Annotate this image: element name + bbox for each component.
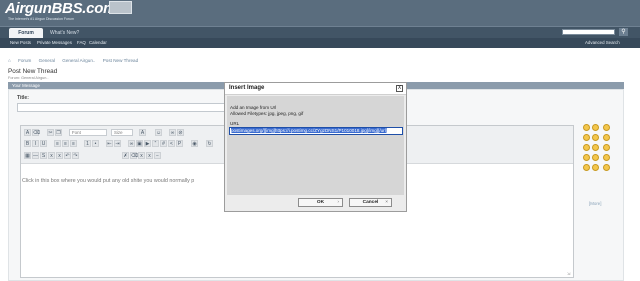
subscript-icon[interactable]: x (48, 152, 55, 159)
breadcrumb-forum[interactable]: Forum (18, 58, 31, 63)
cancel-x-icon: × (385, 200, 388, 205)
search-icon[interactable]: ⚲ (619, 28, 628, 36)
subnav-faq[interactable]: FAQ (77, 40, 86, 45)
bold-icon[interactable]: B (24, 140, 31, 147)
url-label: URL (230, 121, 240, 126)
size-select[interactable]: Size (111, 129, 133, 136)
breadcrumb-current: Post New Thread (102, 58, 139, 63)
logo-airgun-image (109, 1, 132, 14)
main-nav: Forum What's New? (0, 26, 640, 39)
unordered-list-icon[interactable]: • (92, 140, 99, 147)
smilie-7-icon[interactable] (583, 144, 590, 151)
spoiler-icon[interactable]: ◉ (191, 140, 198, 147)
site-header: AirgunBBS.com The Internet's #1 Airgun D… (0, 0, 640, 26)
ok-arrow-icon: › (337, 200, 339, 205)
smilie-6-icon[interactable] (603, 134, 610, 141)
code-icon[interactable]: # (160, 140, 167, 147)
subnav-private-messages[interactable]: Private Messages (37, 40, 72, 45)
site-logo[interactable]: AirgunBBS.com (5, 0, 116, 17)
erase-icon[interactable]: ⌫ (130, 152, 138, 159)
smilie-3-icon[interactable] (603, 124, 610, 131)
quote-icon[interactable]: “ (152, 140, 159, 147)
smilie-5-icon[interactable] (592, 134, 599, 141)
remove-link-icon[interactable]: ✗ (122, 152, 129, 159)
url-input[interactable]: postimages.org/][img]https://i.postimg.c… (229, 127, 403, 135)
url-input-value[interactable]: postimages.org/][img]https://i.postimg.c… (231, 128, 388, 133)
editor-body-text[interactable]: Click in this box where you would put an… (22, 178, 194, 184)
sub-icon[interactable]: x (138, 152, 145, 159)
font-select[interactable]: Font (69, 129, 107, 136)
insert-video-icon[interactable]: ▶ (144, 140, 151, 147)
html-icon[interactable]: < (168, 140, 175, 147)
breadcrumb-general[interactable]: General (39, 58, 55, 63)
smilie-2-icon[interactable] (592, 124, 599, 131)
smilie-10-icon[interactable] (583, 154, 590, 161)
ok-label: OK (316, 200, 325, 205)
smilie-9-icon[interactable] (603, 144, 610, 151)
title-label: Title: (17, 95, 29, 101)
sub-nav: New Posts Private Messages FAQ Calendar … (0, 38, 640, 48)
unlink-icon[interactable]: ⊘ (177, 129, 184, 136)
smilie-8-icon[interactable] (592, 144, 599, 151)
embed-icon[interactable]: ↻ (206, 140, 213, 147)
close-icon[interactable]: X (396, 85, 403, 92)
undo-icon[interactable]: ↶ (64, 152, 71, 159)
insert-link-icon[interactable]: ∞ (128, 140, 135, 147)
site-tagline: The Internet's #1 Airgun Discussion Foru… (8, 17, 75, 21)
page-subtitle: Forum: General Airgun.. (8, 76, 49, 80)
page-title: Post New Thread (8, 68, 58, 75)
breadcrumb-general-airgun[interactable]: General Airgun.. (62, 58, 95, 63)
cut-icon[interactable]: ✂ (47, 129, 54, 136)
insert-image-dialog: Insert Image X Add an Image from Url All… (224, 82, 407, 212)
align-center-icon[interactable]: ≡ (62, 140, 69, 147)
table-icon[interactable]: ▦ (24, 152, 31, 159)
strike-icon[interactable]: S (40, 152, 47, 159)
redo-icon[interactable]: ↷ (72, 152, 79, 159)
search-input[interactable] (562, 29, 615, 35)
underline-icon[interactable]: U (40, 140, 47, 147)
sup-icon[interactable]: x (146, 152, 153, 159)
cancel-button[interactable]: Cancel × (349, 198, 392, 207)
smilie-15-icon[interactable] (603, 164, 610, 171)
remove-format-icon[interactable]: ⌫ (32, 129, 40, 136)
copy-icon[interactable]: ❐ (55, 129, 62, 136)
php-icon[interactable]: P (176, 140, 183, 147)
hr-icon[interactable]: — (32, 152, 39, 159)
smilie-4-icon[interactable] (583, 134, 590, 141)
italic-icon[interactable]: I (32, 140, 39, 147)
subnav-new-posts[interactable]: New Posts (10, 40, 31, 45)
align-right-icon[interactable]: ≡ (70, 140, 77, 147)
smilie-12-icon[interactable] (603, 154, 610, 161)
subnav-calendar[interactable]: Calendar (89, 40, 107, 45)
smilie-icon[interactable]: ☺ (155, 129, 162, 136)
smilie-11-icon[interactable] (592, 154, 599, 161)
superscript-icon[interactable]: x (56, 152, 63, 159)
align-left-icon[interactable]: ≡ (54, 140, 61, 147)
dialog-desc-line2: Allowed Filetypes: jpg, jpeg, png, gif (230, 111, 304, 116)
text-color-icon[interactable]: A (139, 129, 146, 136)
home-icon[interactable]: ⌂ (8, 58, 11, 63)
more-smilies-link[interactable]: [More] (589, 201, 601, 206)
dialog-header: Insert Image X (225, 83, 406, 95)
indent-icon[interactable]: ⇥ (114, 140, 121, 147)
breadcrumb: ⌂ Forum General General Airgun.. Post Ne… (8, 58, 144, 63)
smilie-13-icon[interactable] (583, 164, 590, 171)
source-mode-icon[interactable]: A (24, 129, 31, 136)
dialog-title: Insert Image (229, 85, 265, 91)
link-icon[interactable]: ∞ (169, 129, 176, 136)
ordered-list-icon[interactable]: 1 (84, 140, 91, 147)
smilie-14-icon[interactable] (592, 164, 599, 171)
dialog-description: Add an Image from Url Allowed Filetypes:… (230, 105, 303, 117)
resize-handle-icon[interactable]: ⇲ (567, 271, 572, 276)
font-size-down-icon[interactable]: − (154, 152, 161, 159)
advanced-search-link[interactable]: Advanced Search (585, 40, 620, 45)
smilie-1-icon[interactable] (583, 124, 590, 131)
outdent-icon[interactable]: ⇤ (106, 140, 113, 147)
title-input[interactable] (17, 103, 227, 112)
ok-button[interactable]: OK › (298, 198, 343, 207)
insert-image-icon[interactable]: ▣ (136, 140, 143, 147)
